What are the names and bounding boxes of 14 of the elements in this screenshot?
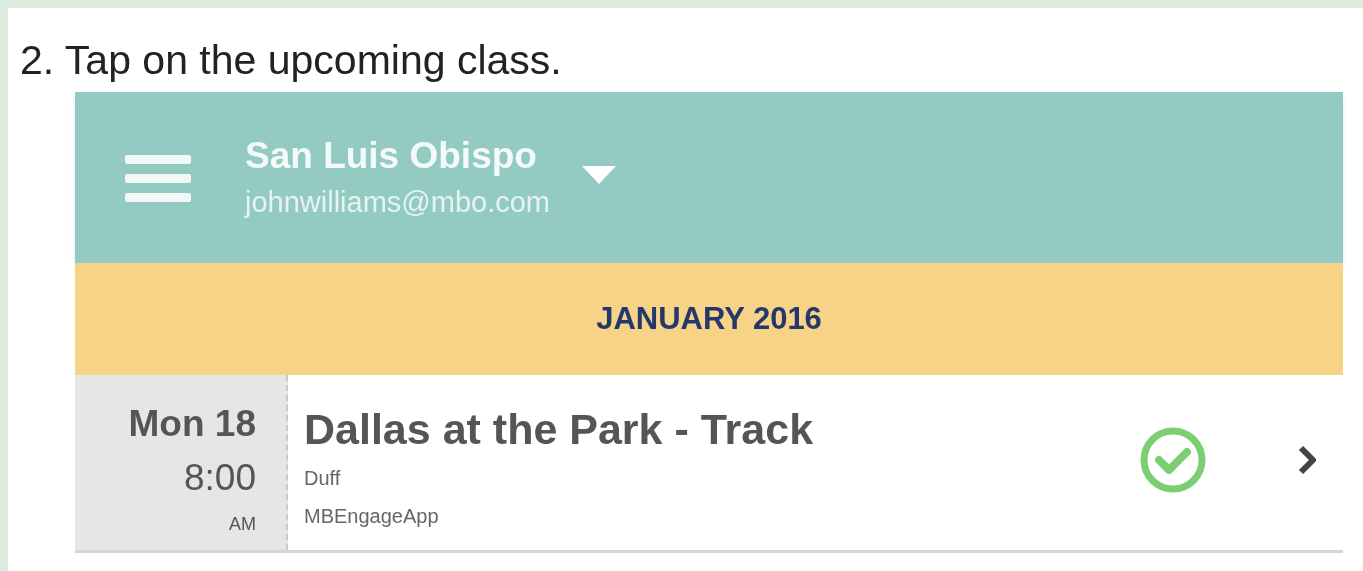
month-heading: JANUARY 2016 [596, 299, 822, 338]
location-title: San Luis Obispo [245, 133, 538, 178]
class-time: 8:00 [184, 456, 256, 500]
class-instructor: Duff [304, 466, 341, 491]
class-name: Dallas at the Park - Track [304, 404, 814, 455]
instruction-text: 2. Tap on the upcoming class. [19, 36, 563, 84]
class-day: Mon 18 [128, 401, 256, 447]
class-source: MBEngageApp [304, 504, 439, 529]
account-email: johnwilliams@mbo.com [245, 184, 551, 220]
class-meridiem: AM [229, 513, 256, 535]
class-row[interactable]: Mon 18 8:00 AM Dallas at the Park - Track Duff MBEngageApp [75, 375, 1343, 553]
menu-icon[interactable] [125, 152, 191, 203]
chevron-right-icon [1297, 443, 1319, 476]
dropdown-caret-icon[interactable] [582, 165, 617, 184]
